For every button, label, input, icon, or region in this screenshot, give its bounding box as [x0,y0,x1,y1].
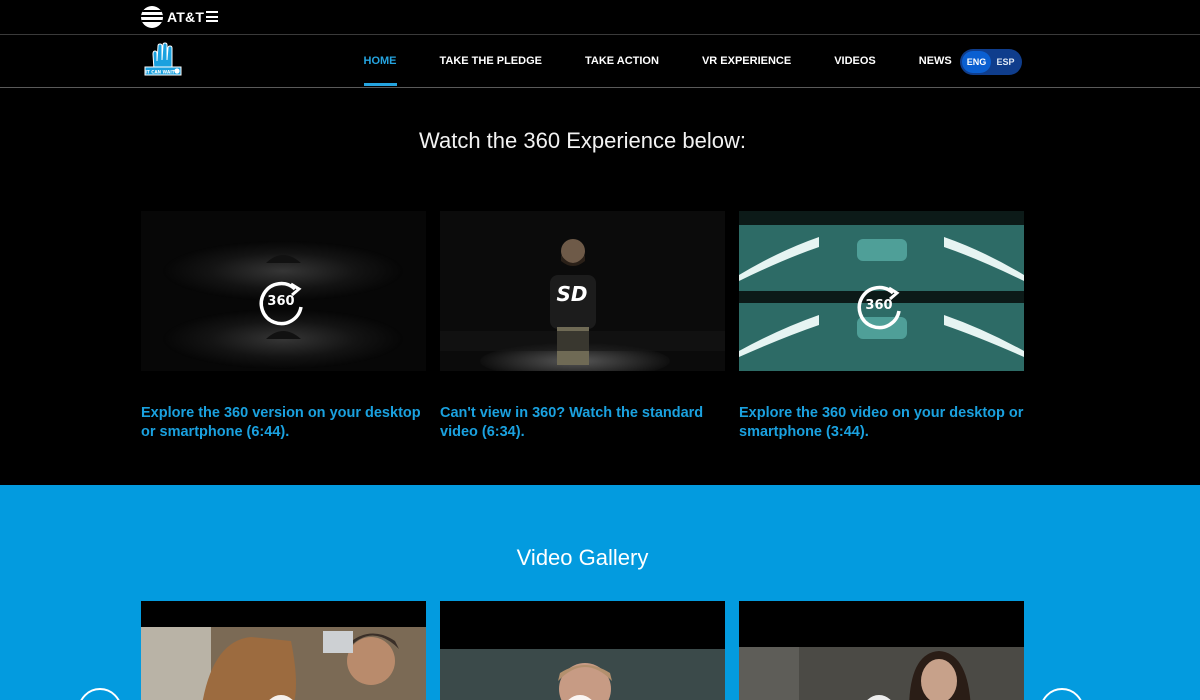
experience-title: Watch the 360 Experience below: [419,128,746,153]
experience-card-standard: SD Can't view in 360? Watch the standard… [440,211,725,442]
att-logo[interactable]: AT&T [141,6,204,28]
nav-home[interactable]: HOME [342,36,418,86]
nav-take-action[interactable]: TAKE ACTION [563,36,680,86]
thumbnail-badge-label: 360 [267,294,294,309]
global-header: AT&T [0,0,1200,35]
nav-videos[interactable]: VIDEOS [813,36,898,86]
lang-esp-button[interactable]: ESP [991,51,1020,73]
video-gallery-title: Video Gallery [516,545,649,570]
lang-eng-button[interactable]: ENG [962,51,991,73]
thumbnail-badge-label: SD [556,282,587,306]
main-navigation: IT CAN WAIT HOME TAKE THE PLEDGE TAKE AC… [0,36,1200,88]
experience-card-link[interactable]: Explore the 360 video on your desktop or… [739,404,1024,442]
experience-card-link[interactable]: Can't view in 360? Watch the standard vi… [440,404,725,442]
video-thumbnail[interactable]: 360 [141,211,426,371]
video-thumbnail[interactable]: SD [440,211,725,371]
gallery-video-card[interactable] [739,601,1024,700]
gallery-video-card[interactable] [440,601,725,700]
svg-text:IT CAN WAIT: IT CAN WAIT [145,70,174,75]
nav-take-the-pledge[interactable]: TAKE THE PLEDGE [418,36,563,86]
hamburger-menu-icon[interactable] [206,11,218,22]
chevron-right-icon[interactable] [1040,688,1084,700]
nav-vr-experience[interactable]: VR EXPERIENCE [680,36,812,86]
it-can-wait-logo[interactable]: IT CAN WAIT [142,40,184,82]
att-brand-name: AT&T [167,9,205,25]
experience-card-link[interactable]: Explore the 360 version on your desktop … [141,404,426,442]
nav-links: HOME TAKE THE PLEDGE TAKE ACTION VR EXPE… [342,36,973,86]
experience-card-360-short: 360 Explore the 360 video on your deskto… [739,211,1024,442]
experience-card-360-long: 360 Explore the 360 version on your desk… [141,211,426,442]
gallery-video-card[interactable] [141,601,426,700]
language-toggle: ENG ESP [960,49,1022,75]
video-gallery-section: Video Gallery [0,485,1200,700]
thumbnail-badge-label: 360 [865,298,892,313]
chevron-left-icon[interactable] [78,688,122,700]
att-globe-icon [141,6,163,28]
video-thumbnail[interactable]: 360 [739,211,1024,371]
